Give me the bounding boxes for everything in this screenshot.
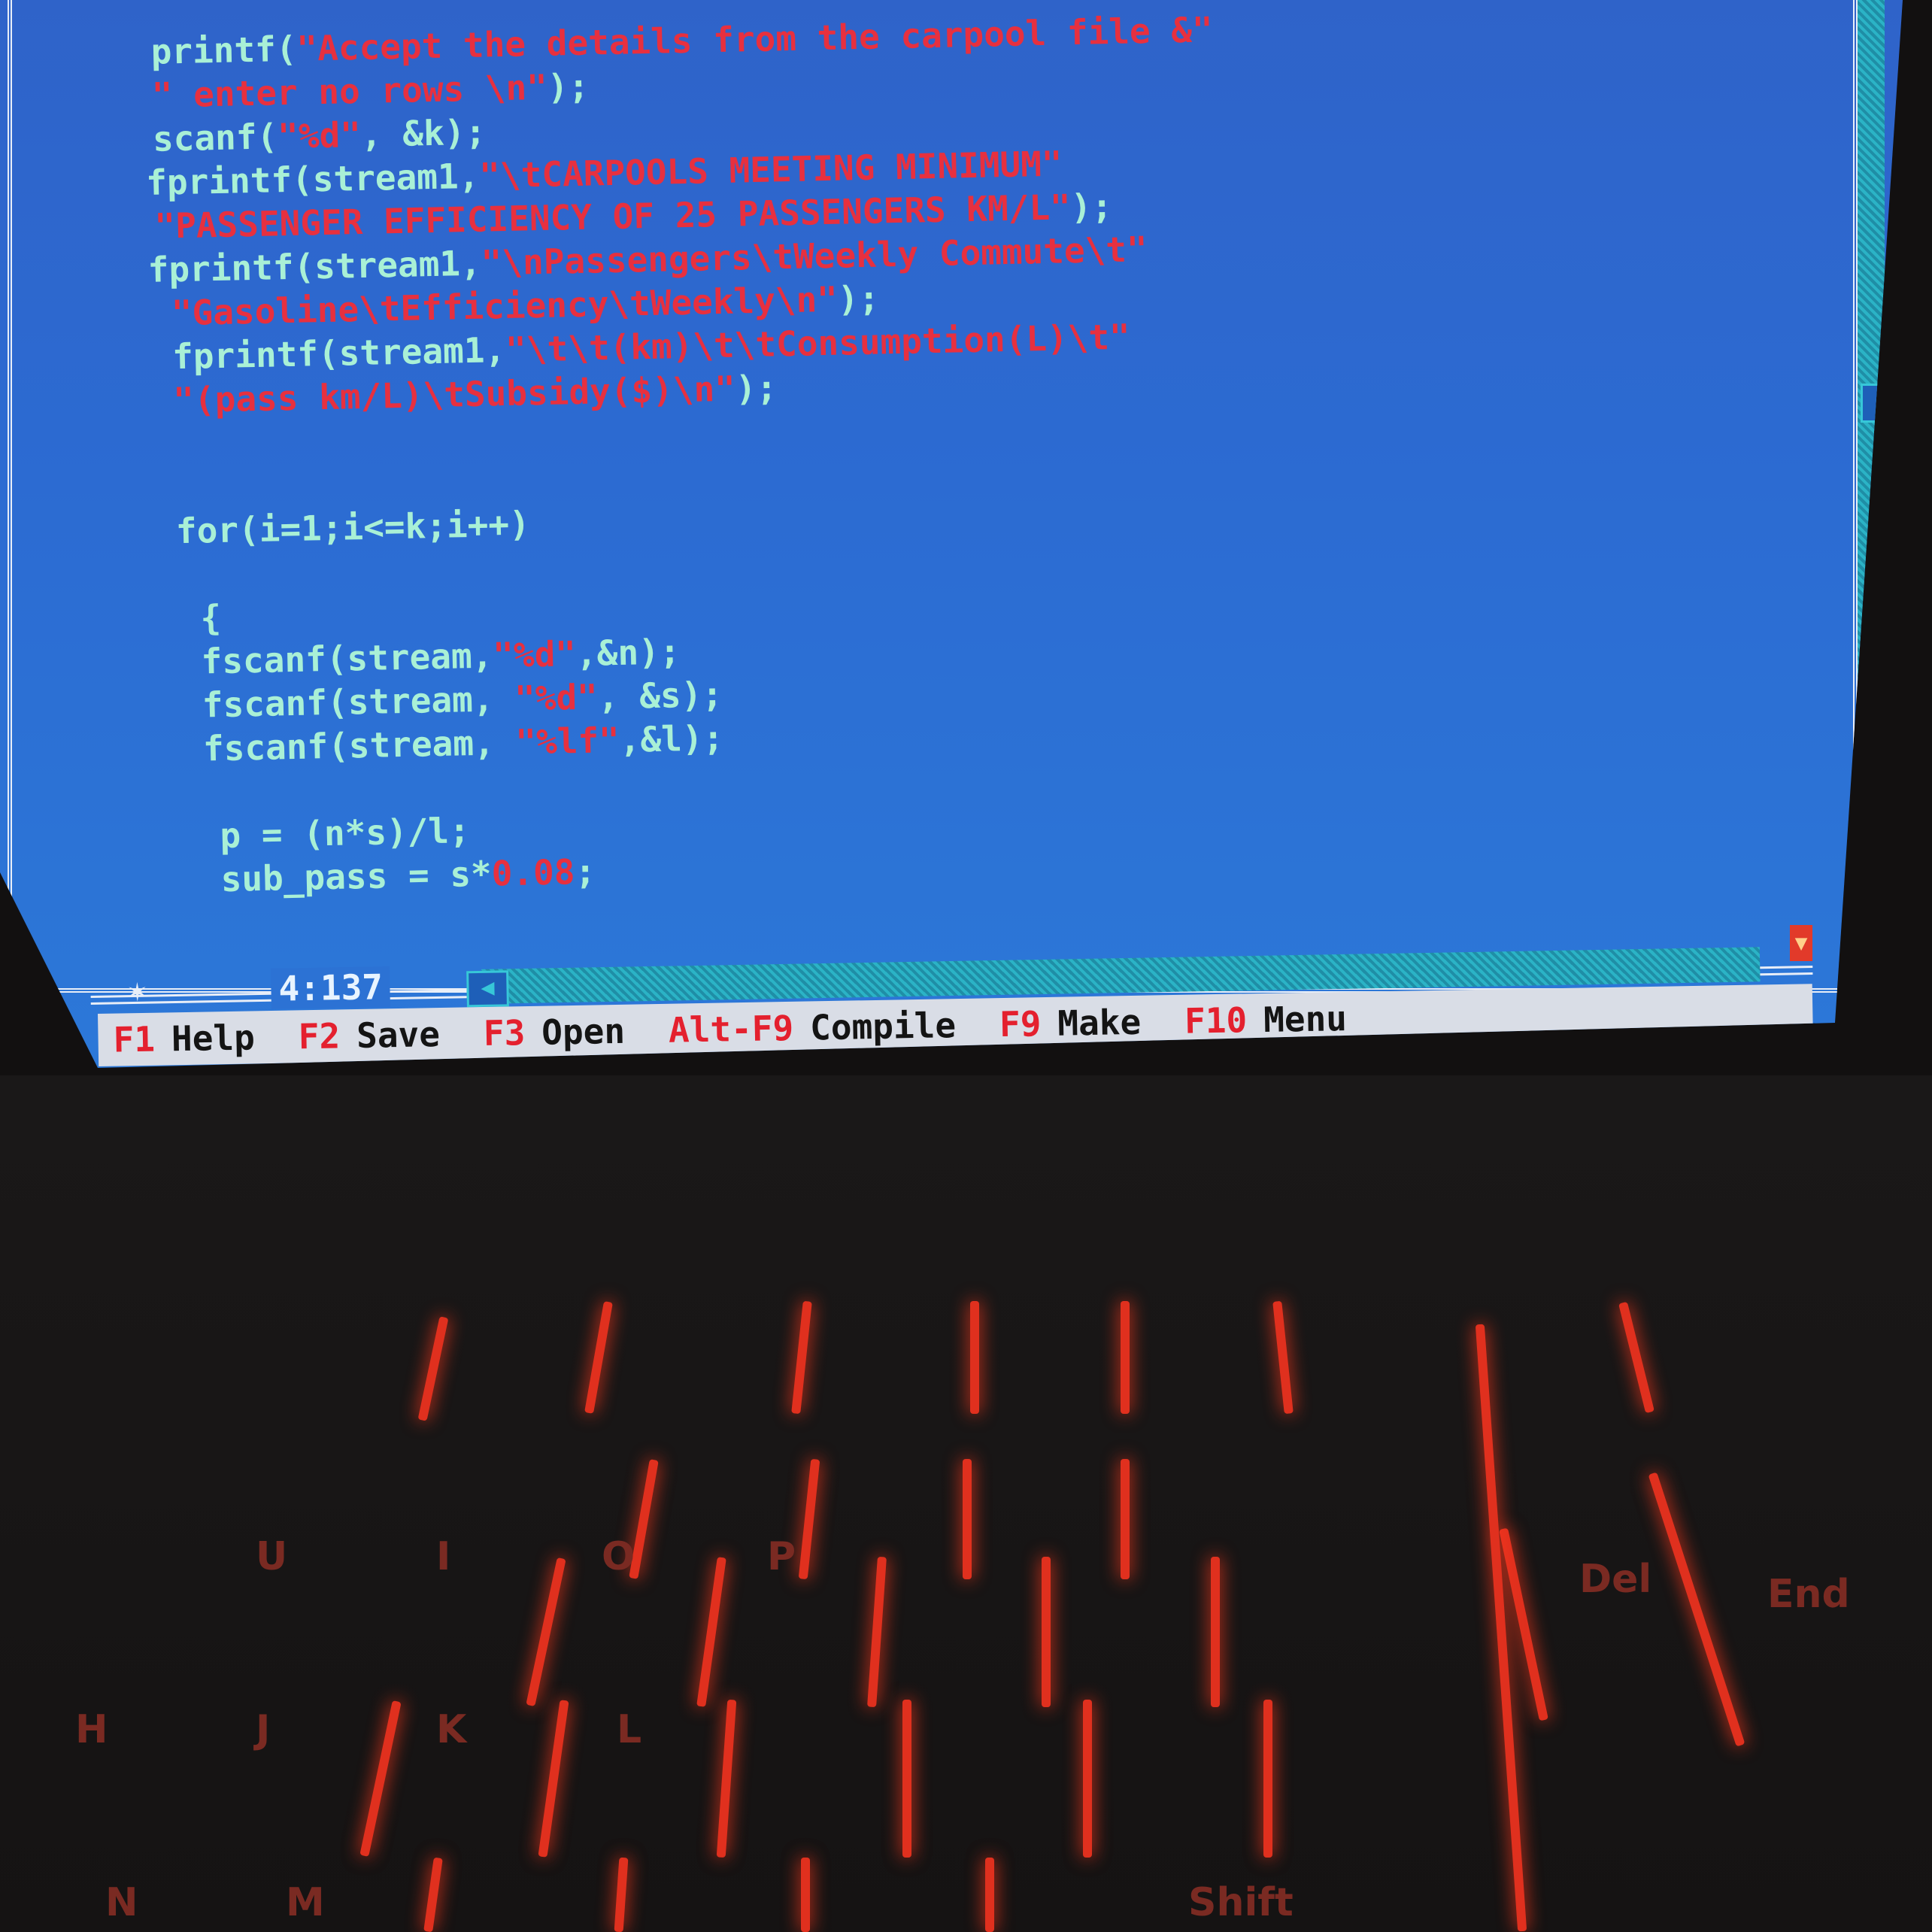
key-backlight-gap <box>614 1857 629 1932</box>
key-i-label: I <box>436 1534 451 1579</box>
key-shift-label: Shift <box>1188 1880 1294 1925</box>
key-backlight-gap <box>798 1458 820 1580</box>
f10-menu-button[interactable]: F10 Menu <box>1184 992 1348 1048</box>
vertical-scrollbar[interactable] <box>1858 0 1886 970</box>
key-p-label: P <box>767 1534 796 1579</box>
key-backlight-gap <box>1042 1557 1051 1707</box>
f9-make-button[interactable]: F9 Make <box>999 996 1142 1051</box>
key-backlight-gap <box>526 1557 566 1707</box>
key-u-label: U <box>256 1534 288 1579</box>
vertical-scroll-thumb[interactable] <box>1861 384 1886 423</box>
backlit-keyboard: U I O P H J K L N M Shift Del End <box>0 1075 1932 1932</box>
key-del-label: Del <box>1579 1557 1652 1602</box>
key-end-label: End <box>1767 1572 1850 1617</box>
key-j-label: J <box>256 1707 271 1752</box>
key-backlight-gap <box>1263 1700 1272 1858</box>
key-backlight-gap <box>1648 1472 1745 1747</box>
key-backlight-gap <box>801 1858 810 1932</box>
key-n-label: N <box>105 1880 138 1925</box>
key-backlight-gap <box>1121 1459 1130 1579</box>
key-o-label: O <box>602 1534 635 1579</box>
key-backlight-gap <box>1618 1301 1654 1414</box>
key-backlight-gap <box>1121 1301 1130 1414</box>
key-backlight-gap <box>1211 1557 1220 1707</box>
alt-f9-compile-button[interactable]: Alt-F9 Compile <box>668 999 957 1057</box>
scroll-left-arrow-icon[interactable]: ◀ <box>466 970 509 1008</box>
key-backlight-gap <box>1083 1700 1092 1858</box>
key-l-label: L <box>617 1707 642 1752</box>
key-backlight-gap <box>867 1556 887 1708</box>
ide-screen: printf("Accept the details from the carp… <box>0 0 1903 1068</box>
f3-open-button[interactable]: F3 Open <box>483 1005 625 1060</box>
key-backlight-gap <box>696 1557 726 1707</box>
key-m-label: M <box>286 1880 325 1925</box>
key-k-label: K <box>436 1707 467 1752</box>
key-backlight-gap <box>985 1858 994 1932</box>
key-backlight-gap <box>423 1857 443 1932</box>
modified-indicator-icon: ✶ <box>128 973 147 1009</box>
key-h-label: H <box>75 1707 108 1752</box>
key-backlight-gap <box>902 1700 911 1858</box>
key-backlight-gap <box>538 1700 569 1858</box>
code-editor[interactable]: printf("Accept the details from the carp… <box>143 8 1230 902</box>
key-backlight-gap <box>963 1459 972 1579</box>
f1-help-button[interactable]: F1 Help <box>113 1011 255 1066</box>
key-backlight-gap <box>359 1700 402 1857</box>
key-backlight-gap <box>791 1300 812 1415</box>
key-backlight-gap <box>417 1316 449 1421</box>
f2-save-button[interactable]: F2 Save <box>298 1008 440 1063</box>
key-backlight-gap <box>1272 1300 1294 1415</box>
key-backlight-gap <box>970 1301 979 1414</box>
cursor-position: 4:137 <box>270 966 391 1009</box>
key-backlight-gap <box>584 1301 613 1414</box>
key-backlight-gap <box>716 1699 737 1858</box>
